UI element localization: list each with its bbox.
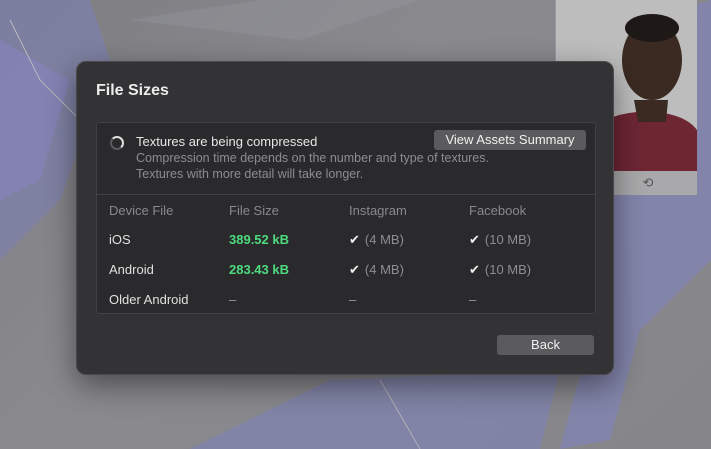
rotate-icon[interactable]: ⟲ [640, 176, 656, 190]
device-name: Older Android [109, 292, 189, 307]
header-file-size: File Size [229, 203, 279, 218]
facebook-status: ✔ (10 MB) [469, 231, 531, 249]
instagram-status: ✔ (4 MB) [349, 261, 404, 279]
facebook-limit: (10 MB) [484, 232, 532, 247]
table-row: Older Android – – – [97, 291, 595, 311]
header-device-file: Device File [109, 203, 174, 218]
compression-status: Textures are being compressed Compressio… [97, 123, 595, 195]
instagram-status: – [349, 292, 357, 307]
status-description: Compression time depends on the number a… [136, 151, 489, 181]
checkmark-icon: ✔ [349, 232, 360, 247]
instagram-limit: (4 MB) [364, 262, 404, 277]
facebook-status: – [469, 292, 477, 307]
checkmark-icon: ✔ [349, 262, 360, 277]
dialog-title: File Sizes [96, 82, 169, 99]
view-assets-summary-button[interactable]: View Assets Summary [434, 130, 586, 150]
facebook-limit: (10 MB) [484, 262, 532, 277]
checkmark-icon: ✔ [469, 262, 480, 277]
checkmark-icon: ✔ [469, 232, 480, 247]
table-header: Device File File Size Instagram Facebook [97, 202, 595, 222]
header-instagram: Instagram [349, 203, 407, 218]
instagram-status: ✔ (4 MB) [349, 231, 404, 249]
file-size-value: 283.43 kB [229, 262, 289, 277]
file-sizes-panel: Textures are being compressed Compressio… [96, 122, 596, 314]
header-facebook: Facebook [469, 203, 527, 218]
instagram-limit: (4 MB) [364, 232, 404, 247]
file-size-value: 389.52 kB [229, 232, 289, 247]
file-size-value: – [229, 292, 237, 307]
file-sizes-dialog: File Sizes Textures are being compressed… [76, 61, 614, 375]
device-name: iOS [109, 232, 131, 247]
loading-spinner-icon [110, 136, 124, 150]
facebook-status: ✔ (10 MB) [469, 261, 531, 279]
back-button[interactable]: Back [497, 335, 594, 355]
table-row: iOS 389.52 kB ✔ (4 MB) ✔ (10 MB) [97, 231, 595, 251]
status-title: Textures are being compressed [136, 134, 318, 149]
table-row: Android 283.43 kB ✔ (4 MB) ✔ (10 MB) [97, 261, 595, 281]
device-name: Android [109, 262, 154, 277]
